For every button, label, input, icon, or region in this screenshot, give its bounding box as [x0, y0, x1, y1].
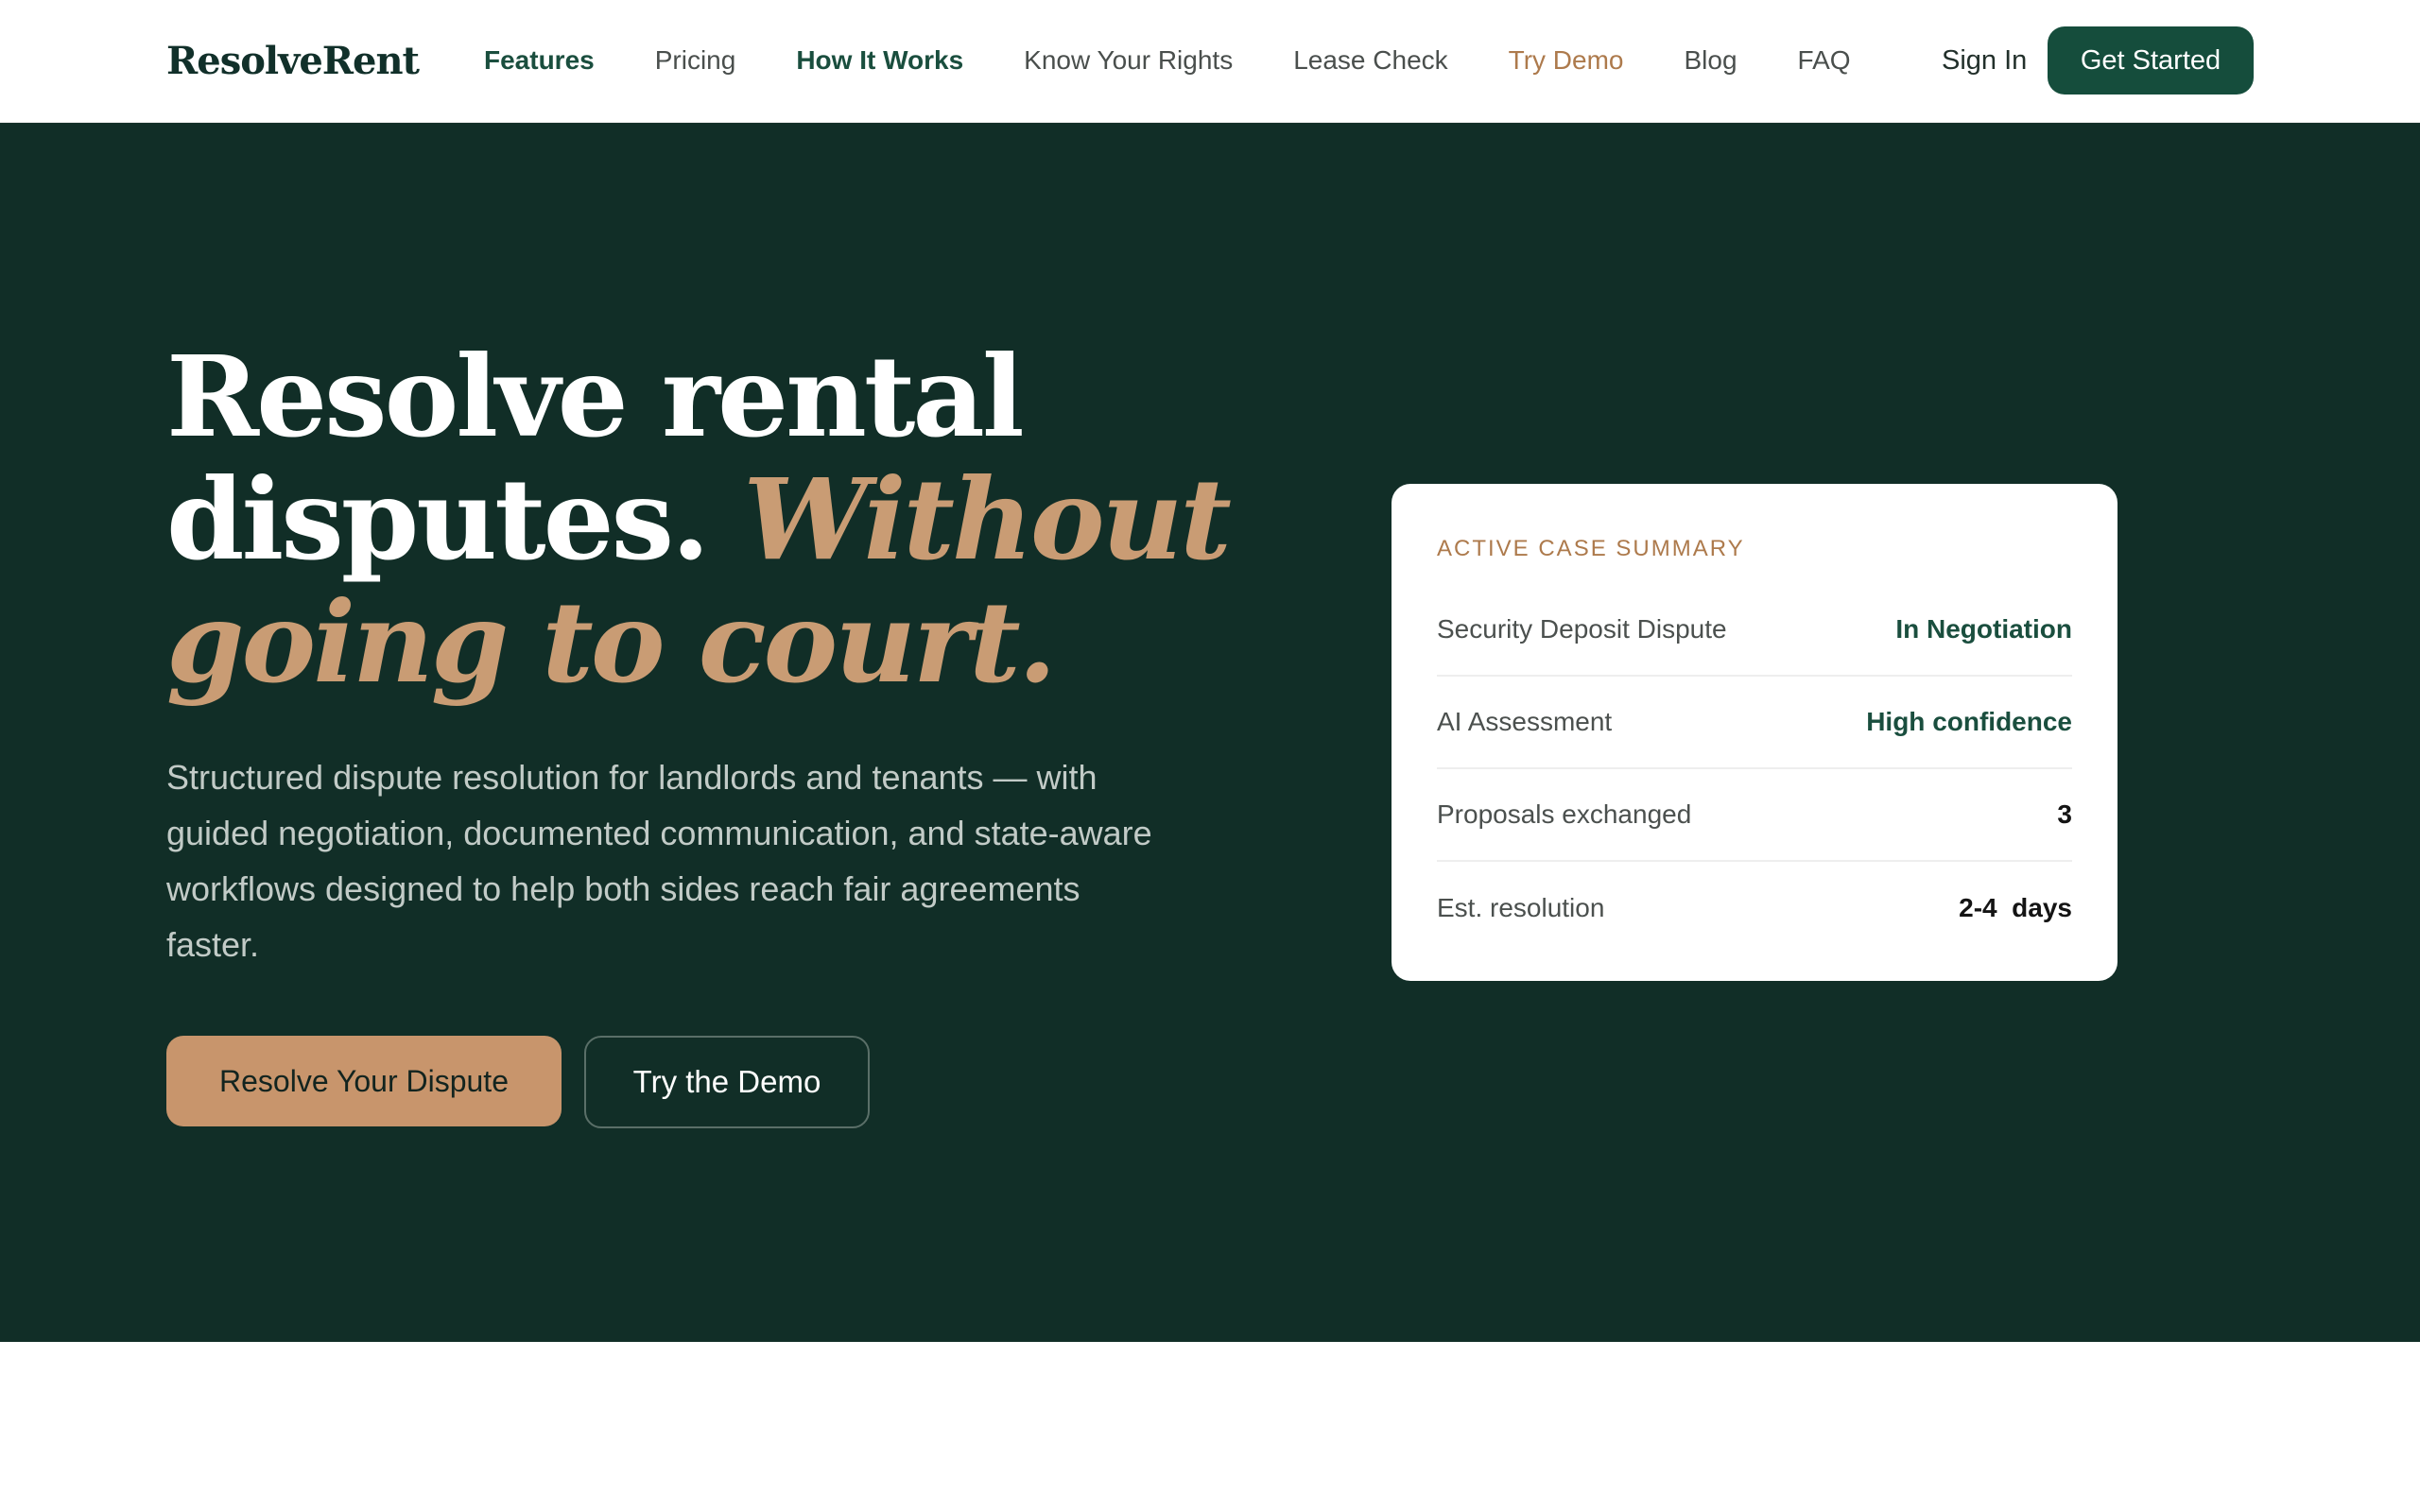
resolve-dispute-button[interactable]: Resolve Your Dispute: [166, 1036, 562, 1126]
case-row-label: Security Deposit Dispute: [1437, 614, 1727, 644]
case-row-label: Proposals exchanged: [1437, 799, 1692, 829]
nav-link-features[interactable]: Features: [484, 42, 595, 79]
hero-subcopy: Structured dispute resolution for landlo…: [166, 758, 1152, 964]
nav-link-how-it-works[interactable]: How It Works: [796, 42, 963, 79]
case-row-label: Est. resolution: [1437, 893, 1605, 922]
below-fold-section: [0, 1342, 2420, 1512]
nav-link-try-demo[interactable]: Try Demo: [1509, 42, 1624, 79]
active-case-summary-card: ACTIVE CASE SUMMARY Security Deposit Dis…: [1392, 484, 2118, 981]
case-row-est-resolution: Est. resolution 2-4 days: [1437, 862, 2072, 954]
proposals-count-value: 3: [2057, 799, 2072, 829]
nav-link-faq[interactable]: FAQ: [1798, 42, 1851, 79]
get-started-button[interactable]: Get Started: [2048, 26, 2254, 94]
sign-in-link[interactable]: Sign In: [1942, 42, 2027, 79]
nav-link-lease-check[interactable]: Lease Check: [1293, 42, 1447, 79]
card-title: ACTIVE CASE SUMMARY: [1437, 536, 1745, 561]
nav-link-blog[interactable]: Blog: [1685, 42, 1737, 79]
est-resolution-value: 2-4 days: [1959, 893, 2072, 922]
headline-line-1: Resolve rental: [166, 331, 1025, 462]
nav-links: Features Pricing How It Works Know Your …: [484, 42, 1851, 79]
headline-line-3: going to court.: [166, 576, 1057, 708]
headline-line-2: disputes. Without: [166, 458, 1263, 581]
top-navigation: ResolveRent Features Pricing How It Work…: [0, 0, 2420, 123]
case-summary-rows: Security Deposit Dispute In Negotiation …: [1437, 584, 2072, 954]
case-status-value: In Negotiation: [1895, 614, 2072, 644]
ai-assessment-value: High confidence: [1866, 707, 2072, 736]
nav-link-pricing[interactable]: Pricing: [655, 42, 736, 79]
try-demo-button[interactable]: Try the Demo: [584, 1036, 870, 1128]
headline-plain-text: disputes.: [166, 454, 710, 585]
hero-headline: Resolve rental disputes. Without going t…: [166, 335, 1263, 704]
case-row-ai-assessment: AI Assessment High confidence: [1437, 677, 2072, 769]
case-row-proposals: Proposals exchanged 3: [1437, 769, 2072, 862]
nav-link-know-your-rights[interactable]: Know Your Rights: [1024, 42, 1233, 79]
case-row-dispute-type: Security Deposit Dispute In Negotiation: [1437, 584, 2072, 677]
headline-emphasis-text: Without: [743, 454, 1232, 585]
case-row-label: AI Assessment: [1437, 707, 1613, 736]
brand-logo[interactable]: ResolveRent: [166, 36, 420, 87]
